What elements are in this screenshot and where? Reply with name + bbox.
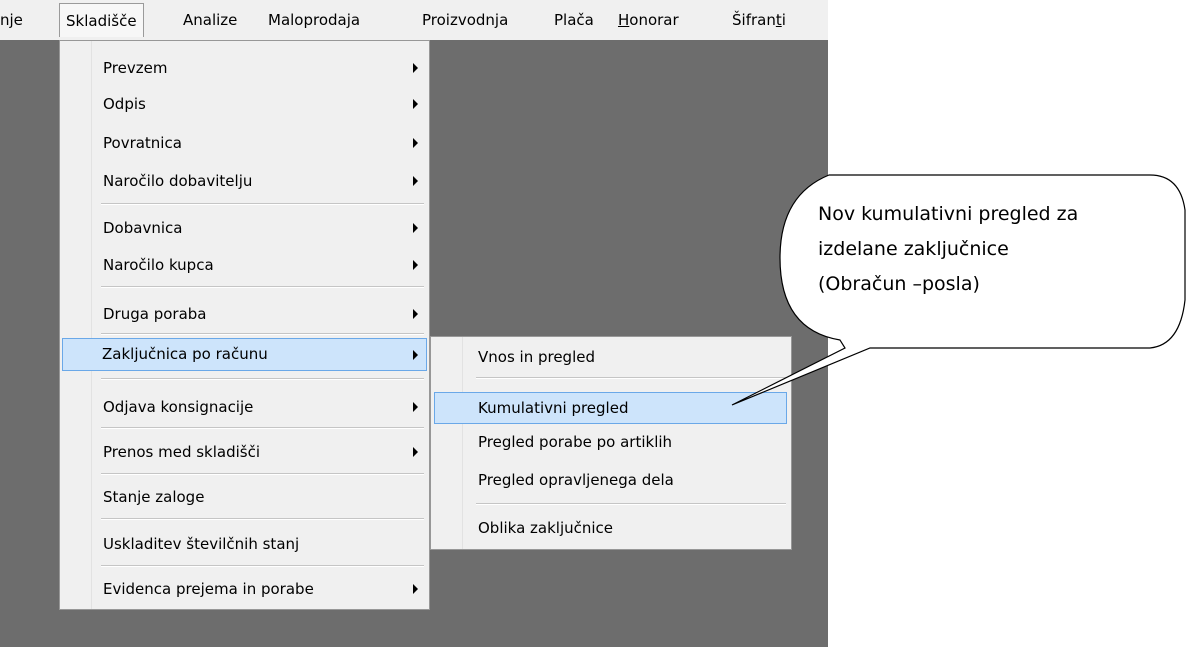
callout-bubble [731, 174, 1186, 406]
callout-text: Nov kumulativni pregled za izdelane zakl… [818, 203, 1079, 295]
